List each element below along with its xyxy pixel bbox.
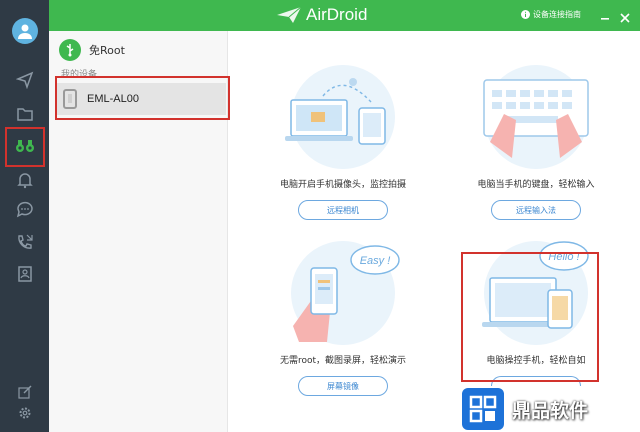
highlight-box-remote-control — [461, 252, 599, 382]
connection-guide-label: 设备连接指南 — [533, 9, 581, 19]
root-free-item[interactable]: 免Root — [59, 39, 125, 61]
app-title: AirDroid — [306, 5, 368, 24]
feature-caption: 无需root，截图录屏，轻松演示 — [279, 356, 407, 366]
title-bar: AirDroid 设备连接指南 — [49, 0, 640, 31]
watermark-logo — [462, 388, 504, 430]
camera-monitor-illustration — [285, 65, 395, 169]
feature-card-screen-mirror: Easy ! 无需root，截图录屏，轻松演示 屏幕镜像 — [258, 238, 428, 406]
feature-card-remote-input: 电脑当手机的键盘，轻松输入 远程输入法 — [451, 62, 621, 230]
remote-camera-button[interactable]: 远程相机 — [298, 200, 388, 220]
connection-guide-link[interactable]: 设备连接指南 — [521, 7, 581, 21]
bell-icon[interactable] — [15, 170, 35, 190]
info-icon — [521, 9, 530, 19]
chat-icon[interactable] — [15, 200, 35, 220]
easy-bubble-text: Easy ! — [360, 255, 391, 267]
keyboard-illustration — [483, 65, 589, 169]
highlight-box-device — [55, 76, 230, 120]
left-nav-rail — [0, 0, 49, 432]
feature-card-remote-camera: 电脑开启手机摄像头，监控拍摄 远程相机 — [258, 62, 428, 230]
send-icon[interactable] — [15, 70, 35, 90]
folder-icon[interactable] — [15, 104, 35, 124]
paper-plane-icon — [277, 6, 302, 23]
usb-icon — [59, 39, 81, 61]
feature-caption: 电脑开启手机摄像头，监控拍摄 — [279, 180, 406, 190]
app-logo: AirDroid — [276, 4, 367, 26]
close-icon[interactable] — [619, 9, 631, 23]
remote-input-button[interactable]: 远程输入法 — [491, 200, 581, 220]
screen-mirror-illustration: Easy ! — [291, 241, 400, 345]
minimize-icon[interactable] — [599, 9, 611, 21]
screen-mirror-button[interactable]: 屏幕镜像 — [298, 376, 388, 396]
watermark-text: 鼎品软件 — [512, 399, 589, 422]
feature-caption: 电脑当手机的键盘，轻松输入 — [477, 180, 595, 190]
edit-icon[interactable] — [15, 382, 35, 402]
avatar[interactable] — [12, 18, 38, 44]
settings-icon[interactable] — [15, 403, 35, 423]
highlight-box-sidebar — [5, 127, 45, 167]
watermark: 鼎品软件 — [462, 386, 640, 432]
contacts-icon[interactable] — [15, 264, 35, 284]
call-icon[interactable] — [15, 232, 35, 252]
root-free-label: 免Root — [89, 44, 125, 57]
